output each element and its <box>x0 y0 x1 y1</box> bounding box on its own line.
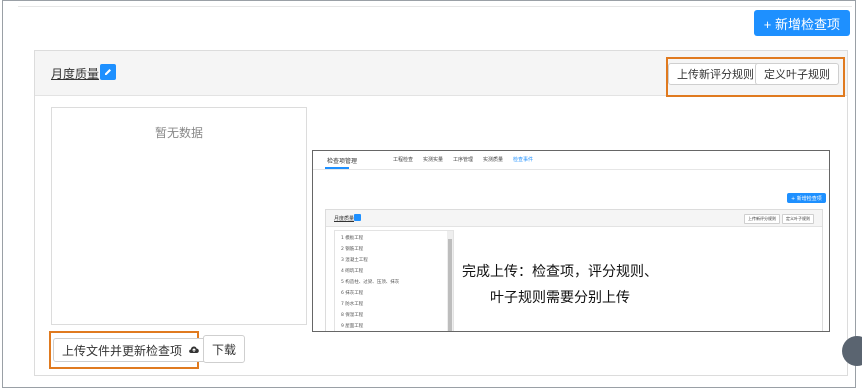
shot-tab-quality: 实测质量 <box>483 157 504 163</box>
empty-text: 暂无数据 <box>154 126 203 140</box>
shot-tree-item: 2 钢筋工程 <box>341 247 364 252</box>
download-button[interactable]: 下载 <box>203 335 245 363</box>
shot-upload-rule-button: 上传新评分规则 <box>744 214 780 224</box>
shot-scrollbar-thumb <box>448 239 452 331</box>
new-check-item-button[interactable]: + 新增检查项 <box>753 10 850 36</box>
edit-icon[interactable] <box>100 64 116 80</box>
shot-tree-item: 1 模板工程 <box>341 236 364 241</box>
embedded-screenshot: 检查项管理 工程检查 实测实量 工序管理 实测质量 检查事件 + 新增检查项 月… <box>312 150 830 332</box>
annotation-line-1: 完成上传：检查项，评分规则、 <box>462 264 658 280</box>
shot-tree-item: 9 屋面工程 <box>341 324 364 329</box>
new-check-item-label: + 新增检查项 <box>763 16 840 32</box>
shot-tab-check-items: 检查项管理 <box>327 158 358 165</box>
shot-tree-item: 6 抹灰工程 <box>341 291 364 296</box>
shot-tree-item: 4 砌筑工程 <box>341 269 364 274</box>
shot-tree-item: 5 构造柱、过梁、压顶、抹灰 <box>341 280 400 285</box>
upload-update-label: 上传文件并更新检查项 <box>62 343 183 358</box>
cloud-upload-icon <box>188 343 200 357</box>
shot-panel-title: 月度质量 <box>334 216 355 222</box>
shot-new-check-item-button: + 新增检查项 <box>787 193 826 203</box>
shot-tab-engineering: 工程检查 <box>393 157 414 163</box>
shot-tree: 1 模板工程 2 钢筋工程 3 混凝土工程 4 砌筑工程 5 构造柱、过梁、压顶… <box>334 230 454 331</box>
empty-data-box: 暂无数据 <box>51 107 307 325</box>
shot-define-leaf-button: 定义叶子规则 <box>782 214 814 224</box>
shot-tab-process: 工序管理 <box>453 157 474 163</box>
upload-update-button[interactable]: 上传文件并更新检查项 <box>53 338 210 362</box>
shot-edit-icon <box>354 214 361 221</box>
shot-tree-item: 7 防水工程 <box>341 302 364 307</box>
panel-title[interactable]: 月度质量 <box>51 65 99 82</box>
shot-tabs: 检查项管理 工程检查 实测实量 工序管理 实测质量 检查事件 <box>313 151 829 170</box>
shot-panel-header: 月度质量 上传新评分规则 定义叶子规则 <box>326 210 822 227</box>
shot-tab-underline <box>325 167 349 169</box>
define-leaf-rule-button[interactable]: 定义叶子规则 <box>755 63 839 85</box>
shot-tree-item: 8 保温工程 <box>341 313 364 318</box>
top-divider <box>18 6 852 7</box>
shot-tab-events: 检查事件 <box>513 157 534 163</box>
annotation-line-2: 叶子规则需要分别上传 <box>490 290 630 306</box>
upload-new-rule-button[interactable]: 上传新评分规则 <box>668 63 763 85</box>
panel-header: 月度质量 上传新评分规则 定义叶子规则 <box>35 51 847 97</box>
shot-tab-measure: 实测实量 <box>423 157 444 163</box>
shot-tree-item: 3 混凝土工程 <box>341 258 368 263</box>
